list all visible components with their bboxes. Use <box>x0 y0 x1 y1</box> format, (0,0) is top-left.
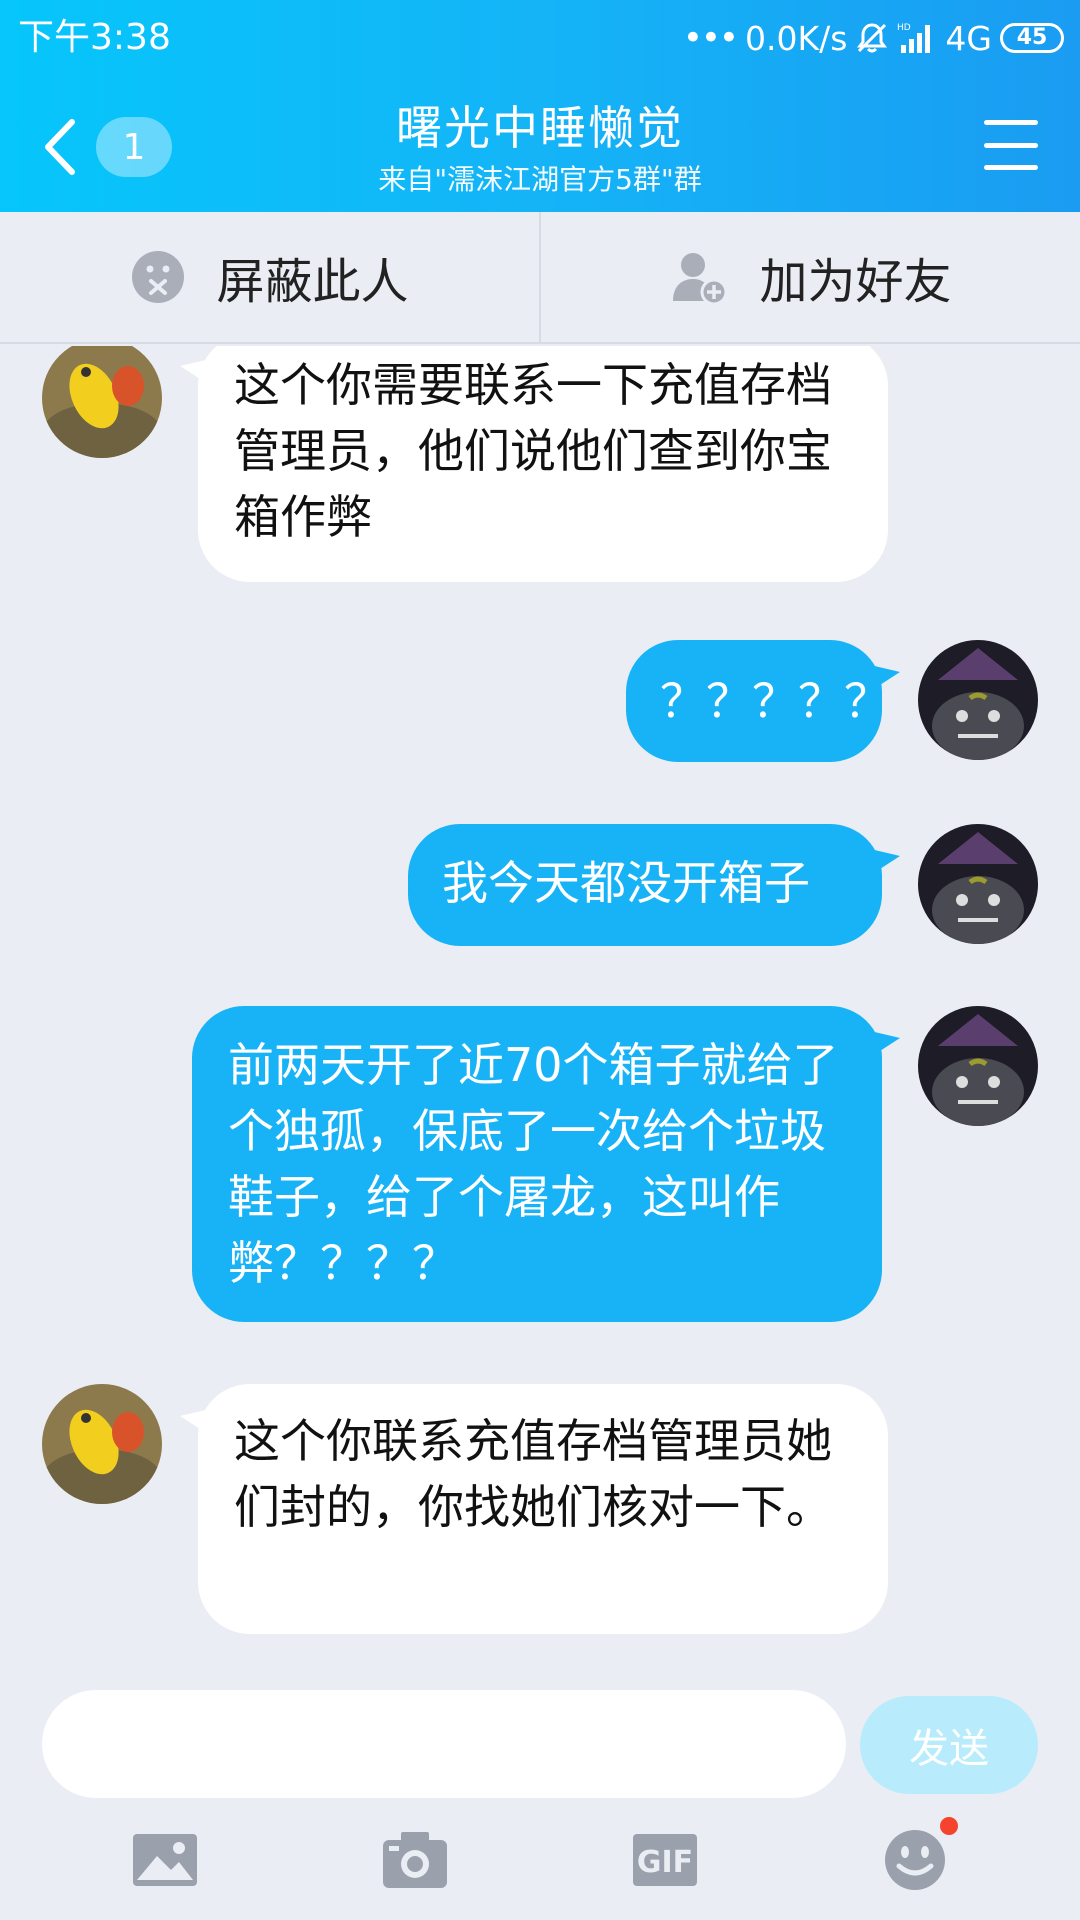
camera-button[interactable] <box>370 1815 460 1905</box>
chat-title-block[interactable]: 曙光中睡懒觉 来自"濡沫江湖官方5群"群 <box>240 98 840 198</box>
status-indicators: ••• 0.0K/s HD 4G 45 <box>683 16 1064 60</box>
message-bubble[interactable]: 我今天都没开箱子 <box>408 824 882 946</box>
avatar-self[interactable] <box>918 640 1038 760</box>
header: 下午3:38 ••• 0.0K/s HD 4G 45 1 曙光中睡懒觉 来自"濡… <box>0 0 1080 212</box>
image-button[interactable] <box>120 1815 210 1905</box>
notification-dot <box>940 1817 958 1835</box>
totoro-avatar-icon <box>918 640 1038 760</box>
chat-screen: 下午3:38 ••• 0.0K/s HD 4G 45 1 曙光中睡懒觉 来自"濡… <box>0 0 1080 1920</box>
totoro-avatar-icon <box>918 1006 1038 1126</box>
block-user-label: 屏蔽此人 <box>216 254 409 310</box>
avatar-other[interactable] <box>42 1384 162 1504</box>
composer: 发送 <box>0 1690 1080 1800</box>
totoro-avatar-icon <box>918 824 1038 944</box>
larva-avatar-icon <box>42 346 162 458</box>
chat-subtitle: 来自"濡沫江湖官方5群"群 <box>378 163 702 196</box>
menu-button[interactable] <box>984 120 1038 170</box>
mute-bell-icon <box>855 21 889 55</box>
avatar-self[interactable] <box>918 824 1038 944</box>
more-dots-icon: ••• <box>682 18 739 58</box>
chat-title: 曙光中睡懒觉 <box>396 101 684 155</box>
emoji-button[interactable] <box>870 1815 960 1905</box>
unread-badge: 1 <box>96 117 172 177</box>
camera-icon <box>383 1832 447 1888</box>
larva-avatar-icon <box>42 1384 162 1504</box>
battery-icon: 45 <box>1000 23 1064 53</box>
svg-text:HD: HD <box>897 23 911 33</box>
block-face-icon <box>132 251 185 303</box>
message-bubble[interactable]: 这个你联系充值存档管理员她们封的，你找她们核对一下。 <box>198 1384 888 1634</box>
menu-line <box>984 142 1038 148</box>
composer-toolbar: GIF <box>0 1800 1080 1920</box>
action-bar: 屏蔽此人 加为好友 <box>0 212 1080 344</box>
gif-label: GIF <box>637 1845 693 1880</box>
status-bar: 下午3:38 ••• 0.0K/s HD 4G 45 <box>0 0 1080 75</box>
add-friend-icon <box>673 253 728 306</box>
send-button[interactable]: 发送 <box>860 1696 1038 1794</box>
image-icon <box>133 1834 197 1886</box>
menu-line <box>984 120 1038 125</box>
gif-button[interactable]: GIF <box>620 1815 710 1905</box>
avatar-other[interactable] <box>42 346 162 458</box>
emoji-icon <box>885 1830 945 1890</box>
add-friend-button[interactable]: 加为好友 <box>539 212 1080 342</box>
menu-line <box>984 165 1038 170</box>
signal-icon: HD <box>897 21 937 55</box>
gif-icon: GIF <box>633 1834 697 1886</box>
network-type: 4G <box>945 18 992 58</box>
message-bubble[interactable]: ？？？？？ <box>626 640 890 762</box>
network-speed: 0.0K/s <box>744 18 848 58</box>
message-list[interactable]: 这个你需要联系一下充值存档管理员，他们说他们查到你宝箱作弊 ？？？？？ 我今天都… <box>0 346 1080 1668</box>
message-bubble[interactable]: 前两天开了近70个箱子就给了个独孤，保底了一次给个垃圾鞋子，给了个屠龙，这叫作弊… <box>192 1006 882 1322</box>
block-user-button[interactable]: 屏蔽此人 <box>0 212 539 342</box>
message-input[interactable] <box>42 1690 846 1798</box>
message-bubble[interactable]: 这个你需要联系一下充值存档管理员，他们说他们查到你宝箱作弊 <box>198 346 888 582</box>
back-button[interactable]: 1 <box>40 112 180 182</box>
battery-level: 45 <box>1016 25 1048 50</box>
status-time: 下午3:38 <box>18 17 171 58</box>
add-friend-label: 加为好友 <box>759 254 952 310</box>
avatar-self[interactable] <box>918 1006 1038 1126</box>
chevron-left-icon <box>45 119 75 175</box>
